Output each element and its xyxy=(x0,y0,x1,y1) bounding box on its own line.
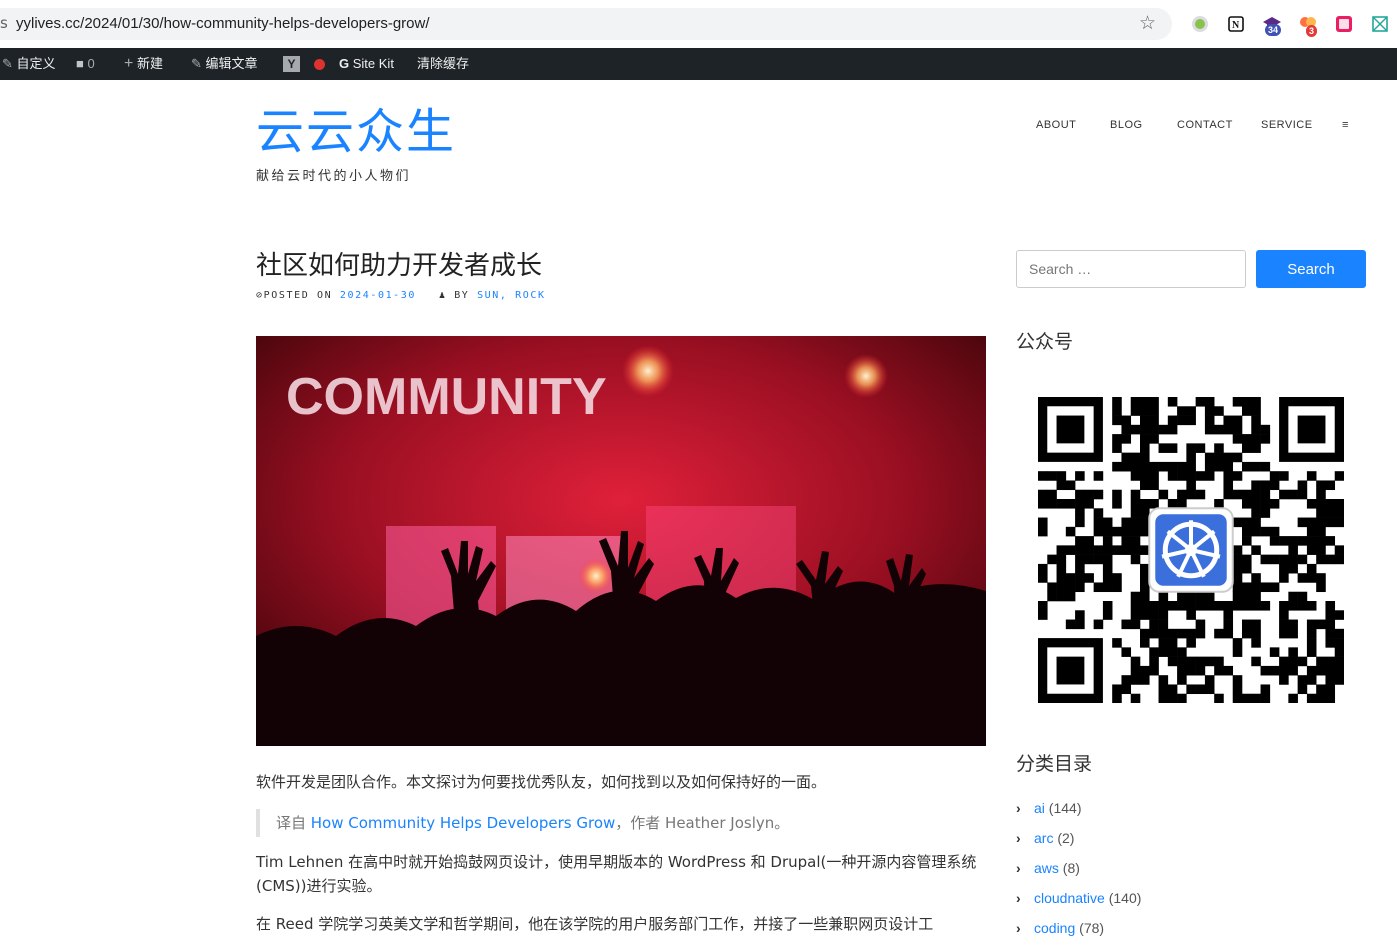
site-title[interactable]: 云云众生 xyxy=(256,104,456,160)
category-link[interactable]: ai xyxy=(1034,800,1045,816)
category-link[interactable]: aws xyxy=(1034,860,1059,876)
post-date-link[interactable]: 2024-01-30 xyxy=(340,290,416,301)
customize-label: 自定义 xyxy=(16,56,56,71)
customize-link[interactable]: ✎ 自定义 xyxy=(2,56,56,72)
category-link[interactable]: coding xyxy=(1034,920,1075,936)
category-count: (144) xyxy=(1048,800,1082,816)
yoast-menu[interactable]: Y xyxy=(283,56,325,72)
category-item: › coding (78) xyxy=(1016,917,1141,947)
search-button[interactable]: Search xyxy=(1256,250,1366,288)
svg-text:N: N xyxy=(1232,20,1240,31)
brush-icon: ✎ xyxy=(2,56,13,71)
extension-badge: 34 xyxy=(1265,24,1282,36)
author-icon: ♟ xyxy=(438,290,447,301)
edit-label: 编辑文章 xyxy=(205,56,258,71)
wp-admin-bar: ✎ 自定义 ■ 0 + 新建 ✎ 编辑文章 Y G Site Kit 清除缓存 xyxy=(0,48,1397,80)
source-article-link[interactable]: How Community Helps Developers Grow xyxy=(311,814,616,832)
by-label: BY xyxy=(454,290,470,301)
wechat-widget-title: 公众号 xyxy=(1016,331,1074,353)
nav-about[interactable]: ABOUT xyxy=(1036,119,1076,131)
graduation-cap-icon[interactable]: 34 xyxy=(1262,14,1282,36)
quote-prefix: 译自 xyxy=(276,814,311,832)
post-paragraph: Tim Lehnen 在高中时就开始捣鼓网页设计，使用早期版本的 WordPre… xyxy=(256,853,977,895)
chevron-right-icon: › xyxy=(1016,920,1021,936)
chevron-right-icon: › xyxy=(1016,890,1021,906)
nav-blog[interactable]: BLOG xyxy=(1110,119,1143,131)
dots-extension-icon[interactable]: 3 xyxy=(1298,14,1318,37)
nav-menu-toggle-icon[interactable]: ≡ xyxy=(1342,119,1349,131)
clear-cache-label: 清除缓存 xyxy=(417,56,470,71)
link-icon: ⊘ xyxy=(256,290,264,301)
grid-extension-icon[interactable] xyxy=(1370,14,1390,34)
edit-post-link[interactable]: ✎ 编辑文章 xyxy=(191,56,258,72)
category-link[interactable]: arc xyxy=(1034,830,1053,846)
category-item: › arc (2) xyxy=(1016,827,1141,857)
post-meta: ⊘POSTED ON 2024-01-30 ♟ BY SUN, ROCK xyxy=(256,290,546,301)
featured-image: COMMUNITY xyxy=(256,336,986,746)
comments-link[interactable]: ■ 0 xyxy=(76,56,95,72)
nav-service[interactable]: SERVICE xyxy=(1261,119,1313,131)
hero-community-text: COMMUNITY xyxy=(286,368,607,426)
category-count: (2) xyxy=(1057,830,1075,846)
plus-icon: + xyxy=(124,55,134,72)
post-author-link[interactable]: SUN, ROCK xyxy=(477,290,546,301)
google-g-icon: G xyxy=(339,56,350,71)
category-item: › cloudnative (140) xyxy=(1016,887,1141,917)
chevron-right-icon: › xyxy=(1016,830,1021,846)
post-title: 社区如何助力开发者成长 xyxy=(256,251,543,281)
categories-widget-title: 分类目录 xyxy=(1016,753,1093,775)
site-kit-label: Site Kit xyxy=(352,56,394,71)
categories-list: › ai (144) › arc (2) › aws (8) › cloudnative… xyxy=(1016,797,1141,947)
comment-icon: ■ xyxy=(76,56,84,71)
yoast-status-dot-icon xyxy=(313,59,325,71)
translate-icon[interactable] xyxy=(1334,14,1354,34)
site-info-icon[interactable]: s xyxy=(0,14,8,32)
notion-icon[interactable]: N xyxy=(1226,14,1246,34)
category-count: (78) xyxy=(1079,920,1105,936)
chevron-right-icon: › xyxy=(1016,860,1021,876)
browser-toolbar: s yylives.cc/2024/01/30/how-community-he… xyxy=(0,0,1397,48)
translation-note: 译自 How Community Helps Developers Grow，作… xyxy=(256,809,956,837)
wechat-qr-code xyxy=(1038,397,1345,704)
category-link[interactable]: cloudnative xyxy=(1034,890,1105,906)
extension-circle-icon[interactable] xyxy=(1190,14,1210,34)
post-intro: 软件开发是团队合作。本文探讨为何要找优秀队友，如何找到以及如何保持好的一面。 xyxy=(256,773,827,791)
posted-on-label: POSTED ON xyxy=(263,290,333,301)
site-kit-link[interactable]: G Site Kit xyxy=(339,56,394,72)
category-count: (140) xyxy=(1108,890,1142,906)
yoast-icon: Y xyxy=(283,56,300,72)
post-paragraph: 在 Reed 学院学习英美文学和哲学期间，他在该学院的用户服务部门工作，并接了一… xyxy=(256,915,934,933)
pencil-icon: ✎ xyxy=(191,56,202,71)
comments-count: 0 xyxy=(87,56,95,71)
category-item: › ai (144) xyxy=(1016,797,1141,827)
category-item: › aws (8) xyxy=(1016,857,1141,887)
site-description: 献给云时代的小人物们 xyxy=(256,169,412,184)
quote-suffix: ，作者 Heather Joslyn。 xyxy=(615,814,790,832)
nav-contact[interactable]: CONTACT xyxy=(1177,119,1233,131)
bookmark-star-icon[interactable]: ☆ xyxy=(1139,12,1156,34)
new-label: 新建 xyxy=(136,56,163,71)
search-input[interactable] xyxy=(1016,250,1246,288)
clear-cache-link[interactable]: 清除缓存 xyxy=(417,56,469,72)
address-bar[interactable]: s yylives.cc/2024/01/30/how-community-he… xyxy=(0,8,1172,40)
url-text[interactable]: yylives.cc/2024/01/30/how-community-help… xyxy=(16,15,430,32)
chevron-right-icon: › xyxy=(1016,800,1021,816)
new-content-link[interactable]: + 新建 xyxy=(124,56,163,72)
category-count: (8) xyxy=(1062,860,1080,876)
extension-badge: 3 xyxy=(1306,25,1318,37)
